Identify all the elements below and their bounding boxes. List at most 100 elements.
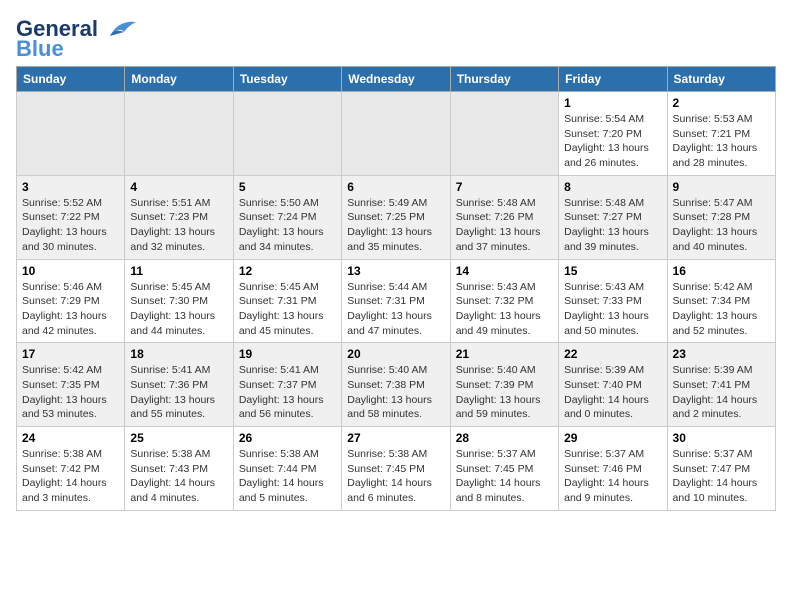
calendar-cell: 30 Sunrise: 5:37 AM Sunset: 7:47 PM Dayli… <box>667 427 775 511</box>
calendar-week-row: 1 Sunrise: 5:54 AM Sunset: 7:20 PM Daylig… <box>17 92 776 176</box>
calendar-cell: 17 Sunrise: 5:42 AM Sunset: 7:35 PM Dayli… <box>17 343 125 427</box>
day-number: 28 <box>456 431 553 445</box>
day-number: 22 <box>564 347 661 361</box>
weekday-header-monday: Monday <box>125 67 233 92</box>
calendar-cell <box>17 92 125 176</box>
calendar-cell: 15 Sunrise: 5:43 AM Sunset: 7:33 PM Dayli… <box>559 259 667 343</box>
weekday-header-tuesday: Tuesday <box>233 67 341 92</box>
day-number: 17 <box>22 347 119 361</box>
calendar-cell: 3 Sunrise: 5:52 AM Sunset: 7:22 PM Daylig… <box>17 175 125 259</box>
day-number: 30 <box>673 431 770 445</box>
weekday-header-thursday: Thursday <box>450 67 558 92</box>
calendar-cell: 16Sunrise: 5:42 AM Sunset: 7:34 PM Dayli… <box>667 259 775 343</box>
page-header: General Blue <box>16 16 776 62</box>
calendar-cell: 12 Sunrise: 5:45 AM Sunset: 7:31 PM Dayli… <box>233 259 341 343</box>
day-info: Sunrise: 5:54 AM Sunset: 7:20 PM Dayligh… <box>564 112 661 171</box>
day-info: Sunrise: 5:45 AM Sunset: 7:30 PM Dayligh… <box>130 280 227 339</box>
day-number: 12 <box>239 264 336 278</box>
day-info: Sunrise: 5:37 AM Sunset: 7:46 PM Dayligh… <box>564 447 661 506</box>
day-number: 9 <box>673 180 770 194</box>
day-info: Sunrise: 5:43 AM Sunset: 7:33 PM Dayligh… <box>564 280 661 339</box>
weekday-header-saturday: Saturday <box>667 67 775 92</box>
calendar-cell: 9 Sunrise: 5:47 AM Sunset: 7:28 PM Daylig… <box>667 175 775 259</box>
day-info: Sunrise: 5:44 AM Sunset: 7:31 PM Dayligh… <box>347 280 444 339</box>
calendar-cell: 19Sunrise: 5:41 AM Sunset: 7:37 PM Dayli… <box>233 343 341 427</box>
calendar-week-row: 3 Sunrise: 5:52 AM Sunset: 7:22 PM Daylig… <box>17 175 776 259</box>
calendar-cell: 6 Sunrise: 5:49 AM Sunset: 7:25 PM Daylig… <box>342 175 450 259</box>
day-number: 13 <box>347 264 444 278</box>
day-number: 26 <box>239 431 336 445</box>
logo-blue: Blue <box>16 36 64 62</box>
calendar-cell: 18Sunrise: 5:41 AM Sunset: 7:36 PM Dayli… <box>125 343 233 427</box>
weekday-header-sunday: Sunday <box>17 67 125 92</box>
calendar-cell: 2 Sunrise: 5:53 AM Sunset: 7:21 PM Daylig… <box>667 92 775 176</box>
day-info: Sunrise: 5:42 AM Sunset: 7:35 PM Dayligh… <box>22 363 119 422</box>
day-info: Sunrise: 5:39 AM Sunset: 7:40 PM Dayligh… <box>564 363 661 422</box>
day-info: Sunrise: 5:39 AM Sunset: 7:41 PM Dayligh… <box>673 363 770 422</box>
day-number: 27 <box>347 431 444 445</box>
day-number: 14 <box>456 264 553 278</box>
day-number: 4 <box>130 180 227 194</box>
calendar-cell: 24 Sunrise: 5:38 AM Sunset: 7:42 PM Dayli… <box>17 427 125 511</box>
calendar-cell <box>450 92 558 176</box>
calendar-cell <box>233 92 341 176</box>
calendar-cell: 14Sunrise: 5:43 AM Sunset: 7:32 PM Dayli… <box>450 259 558 343</box>
calendar-cell: 13 Sunrise: 5:44 AM Sunset: 7:31 PM Dayli… <box>342 259 450 343</box>
day-info: Sunrise: 5:40 AM Sunset: 7:39 PM Dayligh… <box>456 363 553 422</box>
day-info: Sunrise: 5:37 AM Sunset: 7:47 PM Dayligh… <box>673 447 770 506</box>
calendar-cell: 22 Sunrise: 5:39 AM Sunset: 7:40 PM Dayli… <box>559 343 667 427</box>
day-info: Sunrise: 5:49 AM Sunset: 7:25 PM Dayligh… <box>347 196 444 255</box>
day-info: Sunrise: 5:40 AM Sunset: 7:38 PM Dayligh… <box>347 363 444 422</box>
day-info: Sunrise: 5:41 AM Sunset: 7:36 PM Dayligh… <box>130 363 227 422</box>
day-number: 25 <box>130 431 227 445</box>
day-info: Sunrise: 5:53 AM Sunset: 7:21 PM Dayligh… <box>673 112 770 171</box>
day-number: 21 <box>456 347 553 361</box>
weekday-header-row: SundayMondayTuesdayWednesdayThursdayFrid… <box>17 67 776 92</box>
calendar-week-row: 17 Sunrise: 5:42 AM Sunset: 7:35 PM Dayli… <box>17 343 776 427</box>
day-info: Sunrise: 5:47 AM Sunset: 7:28 PM Dayligh… <box>673 196 770 255</box>
day-number: 3 <box>22 180 119 194</box>
day-number: 5 <box>239 180 336 194</box>
day-number: 15 <box>564 264 661 278</box>
day-number: 10 <box>22 264 119 278</box>
day-number: 24 <box>22 431 119 445</box>
day-number: 1 <box>564 96 661 110</box>
day-info: Sunrise: 5:45 AM Sunset: 7:31 PM Dayligh… <box>239 280 336 339</box>
day-info: Sunrise: 5:38 AM Sunset: 7:44 PM Dayligh… <box>239 447 336 506</box>
calendar-cell: 11Sunrise: 5:45 AM Sunset: 7:30 PM Dayli… <box>125 259 233 343</box>
calendar-cell: 26 Sunrise: 5:38 AM Sunset: 7:44 PM Dayli… <box>233 427 341 511</box>
calendar-table: SundayMondayTuesdayWednesdayThursdayFrid… <box>16 66 776 511</box>
calendar-cell: 27Sunrise: 5:38 AM Sunset: 7:45 PM Dayli… <box>342 427 450 511</box>
calendar-cell: 23 Sunrise: 5:39 AM Sunset: 7:41 PM Dayli… <box>667 343 775 427</box>
calendar-cell: 7 Sunrise: 5:48 AM Sunset: 7:26 PM Daylig… <box>450 175 558 259</box>
day-number: 6 <box>347 180 444 194</box>
calendar-cell: 4 Sunrise: 5:51 AM Sunset: 7:23 PM Daylig… <box>125 175 233 259</box>
logo-bird-icon <box>100 18 136 40</box>
day-info: Sunrise: 5:38 AM Sunset: 7:42 PM Dayligh… <box>22 447 119 506</box>
day-number: 7 <box>456 180 553 194</box>
day-info: Sunrise: 5:38 AM Sunset: 7:43 PM Dayligh… <box>130 447 227 506</box>
weekday-header-wednesday: Wednesday <box>342 67 450 92</box>
day-number: 8 <box>564 180 661 194</box>
calendar-cell: 21 Sunrise: 5:40 AM Sunset: 7:39 PM Dayli… <box>450 343 558 427</box>
day-info: Sunrise: 5:37 AM Sunset: 7:45 PM Dayligh… <box>456 447 553 506</box>
calendar-cell: 5 Sunrise: 5:50 AM Sunset: 7:24 PM Daylig… <box>233 175 341 259</box>
day-info: Sunrise: 5:48 AM Sunset: 7:27 PM Dayligh… <box>564 196 661 255</box>
calendar-cell: 25 Sunrise: 5:38 AM Sunset: 7:43 PM Dayli… <box>125 427 233 511</box>
day-info: Sunrise: 5:48 AM Sunset: 7:26 PM Dayligh… <box>456 196 553 255</box>
day-number: 16 <box>673 264 770 278</box>
day-info: Sunrise: 5:46 AM Sunset: 7:29 PM Dayligh… <box>22 280 119 339</box>
day-number: 2 <box>673 96 770 110</box>
day-number: 23 <box>673 347 770 361</box>
calendar-cell: 29Sunrise: 5:37 AM Sunset: 7:46 PM Dayli… <box>559 427 667 511</box>
day-info: Sunrise: 5:50 AM Sunset: 7:24 PM Dayligh… <box>239 196 336 255</box>
day-number: 20 <box>347 347 444 361</box>
calendar-cell: 28 Sunrise: 5:37 AM Sunset: 7:45 PM Dayli… <box>450 427 558 511</box>
calendar-cell: 8 Sunrise: 5:48 AM Sunset: 7:27 PM Daylig… <box>559 175 667 259</box>
day-info: Sunrise: 5:51 AM Sunset: 7:23 PM Dayligh… <box>130 196 227 255</box>
calendar-cell: 1 Sunrise: 5:54 AM Sunset: 7:20 PM Daylig… <box>559 92 667 176</box>
day-info: Sunrise: 5:52 AM Sunset: 7:22 PM Dayligh… <box>22 196 119 255</box>
day-number: 19 <box>239 347 336 361</box>
calendar-cell: 10 Sunrise: 5:46 AM Sunset: 7:29 PM Dayli… <box>17 259 125 343</box>
calendar-week-row: 24 Sunrise: 5:38 AM Sunset: 7:42 PM Dayli… <box>17 427 776 511</box>
